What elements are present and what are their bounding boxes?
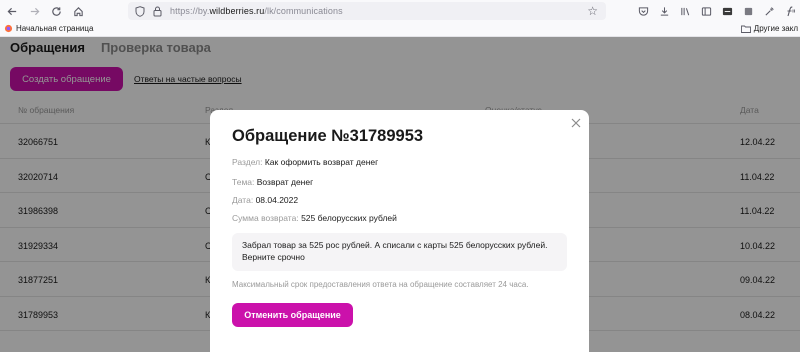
home-icon[interactable] (68, 1, 88, 21)
modal-title: Обращение №31789953 (232, 127, 424, 145)
library-icon[interactable] (675, 1, 695, 21)
bookmark-home-label: Начальная страница (16, 24, 94, 33)
extension-grey-icon[interactable] (738, 1, 758, 21)
date-value: 08.04.2022 (255, 195, 299, 205)
eyedropper-icon[interactable] (759, 1, 779, 21)
appeal-message: Забрал товар за 525 рос рублей. А списал… (232, 233, 567, 271)
amount-field: Сумма возврата: 525 белорусских рублей (232, 213, 397, 223)
amount-value: 525 белорусских рублей (301, 213, 397, 223)
cancel-appeal-button[interactable]: Отменить обращение (232, 303, 353, 327)
response-time-note: Максимальный срок предоставления ответа … (232, 280, 529, 289)
amount-label: Сумма возврата: (232, 213, 299, 223)
date-field: Дата: 08.04.2022 (232, 195, 298, 205)
firefox-favicon-icon (4, 24, 13, 33)
close-icon[interactable] (571, 116, 581, 131)
download-icon[interactable] (654, 1, 674, 21)
shield-icon[interactable] (134, 5, 146, 17)
script-f-icon[interactable] (780, 1, 800, 21)
section-value: Как оформить возврат денег (264, 157, 379, 167)
bookmark-other-label: Другие закл (753, 24, 798, 33)
url-text[interactable]: https://by.wildberries.ru/lk/communicati… (170, 6, 343, 16)
pocket-icon[interactable] (633, 1, 653, 21)
forward-icon[interactable] (24, 1, 44, 21)
bookmarks-bar: Начальная страница Другие закл (0, 22, 800, 37)
reload-icon[interactable] (46, 1, 66, 21)
lock-icon[interactable] (152, 5, 162, 17)
date-label: Дата: (232, 195, 254, 205)
browser-toolbar: https://by.wildberries.ru/lk/communicati… (0, 0, 800, 22)
topic-value: Возврат денег (256, 177, 314, 187)
back-icon[interactable] (2, 1, 22, 21)
address-bar[interactable]: https://by.wildberries.ru/lk/communicati… (128, 2, 606, 20)
topic-field: Тема: Возврат денег (232, 177, 313, 187)
topic-label: Тема: (232, 177, 255, 187)
section-field: Раздел: Как оформить возврат денег (232, 157, 378, 167)
sidebar-icon[interactable] (696, 1, 716, 21)
bookmark-other[interactable]: Другие закл (740, 24, 798, 33)
extension-black-icon[interactable] (717, 1, 737, 21)
bookmark-home[interactable]: Начальная страница (4, 24, 93, 33)
section-label: Раздел: (232, 157, 263, 167)
appeal-modal: Обращение №31789953 Раздел: Как оформить… (210, 110, 589, 352)
toolbar-icons (632, 0, 800, 22)
folder-icon (740, 25, 751, 33)
bookmark-star-icon[interactable]: ☆ (587, 4, 598, 18)
